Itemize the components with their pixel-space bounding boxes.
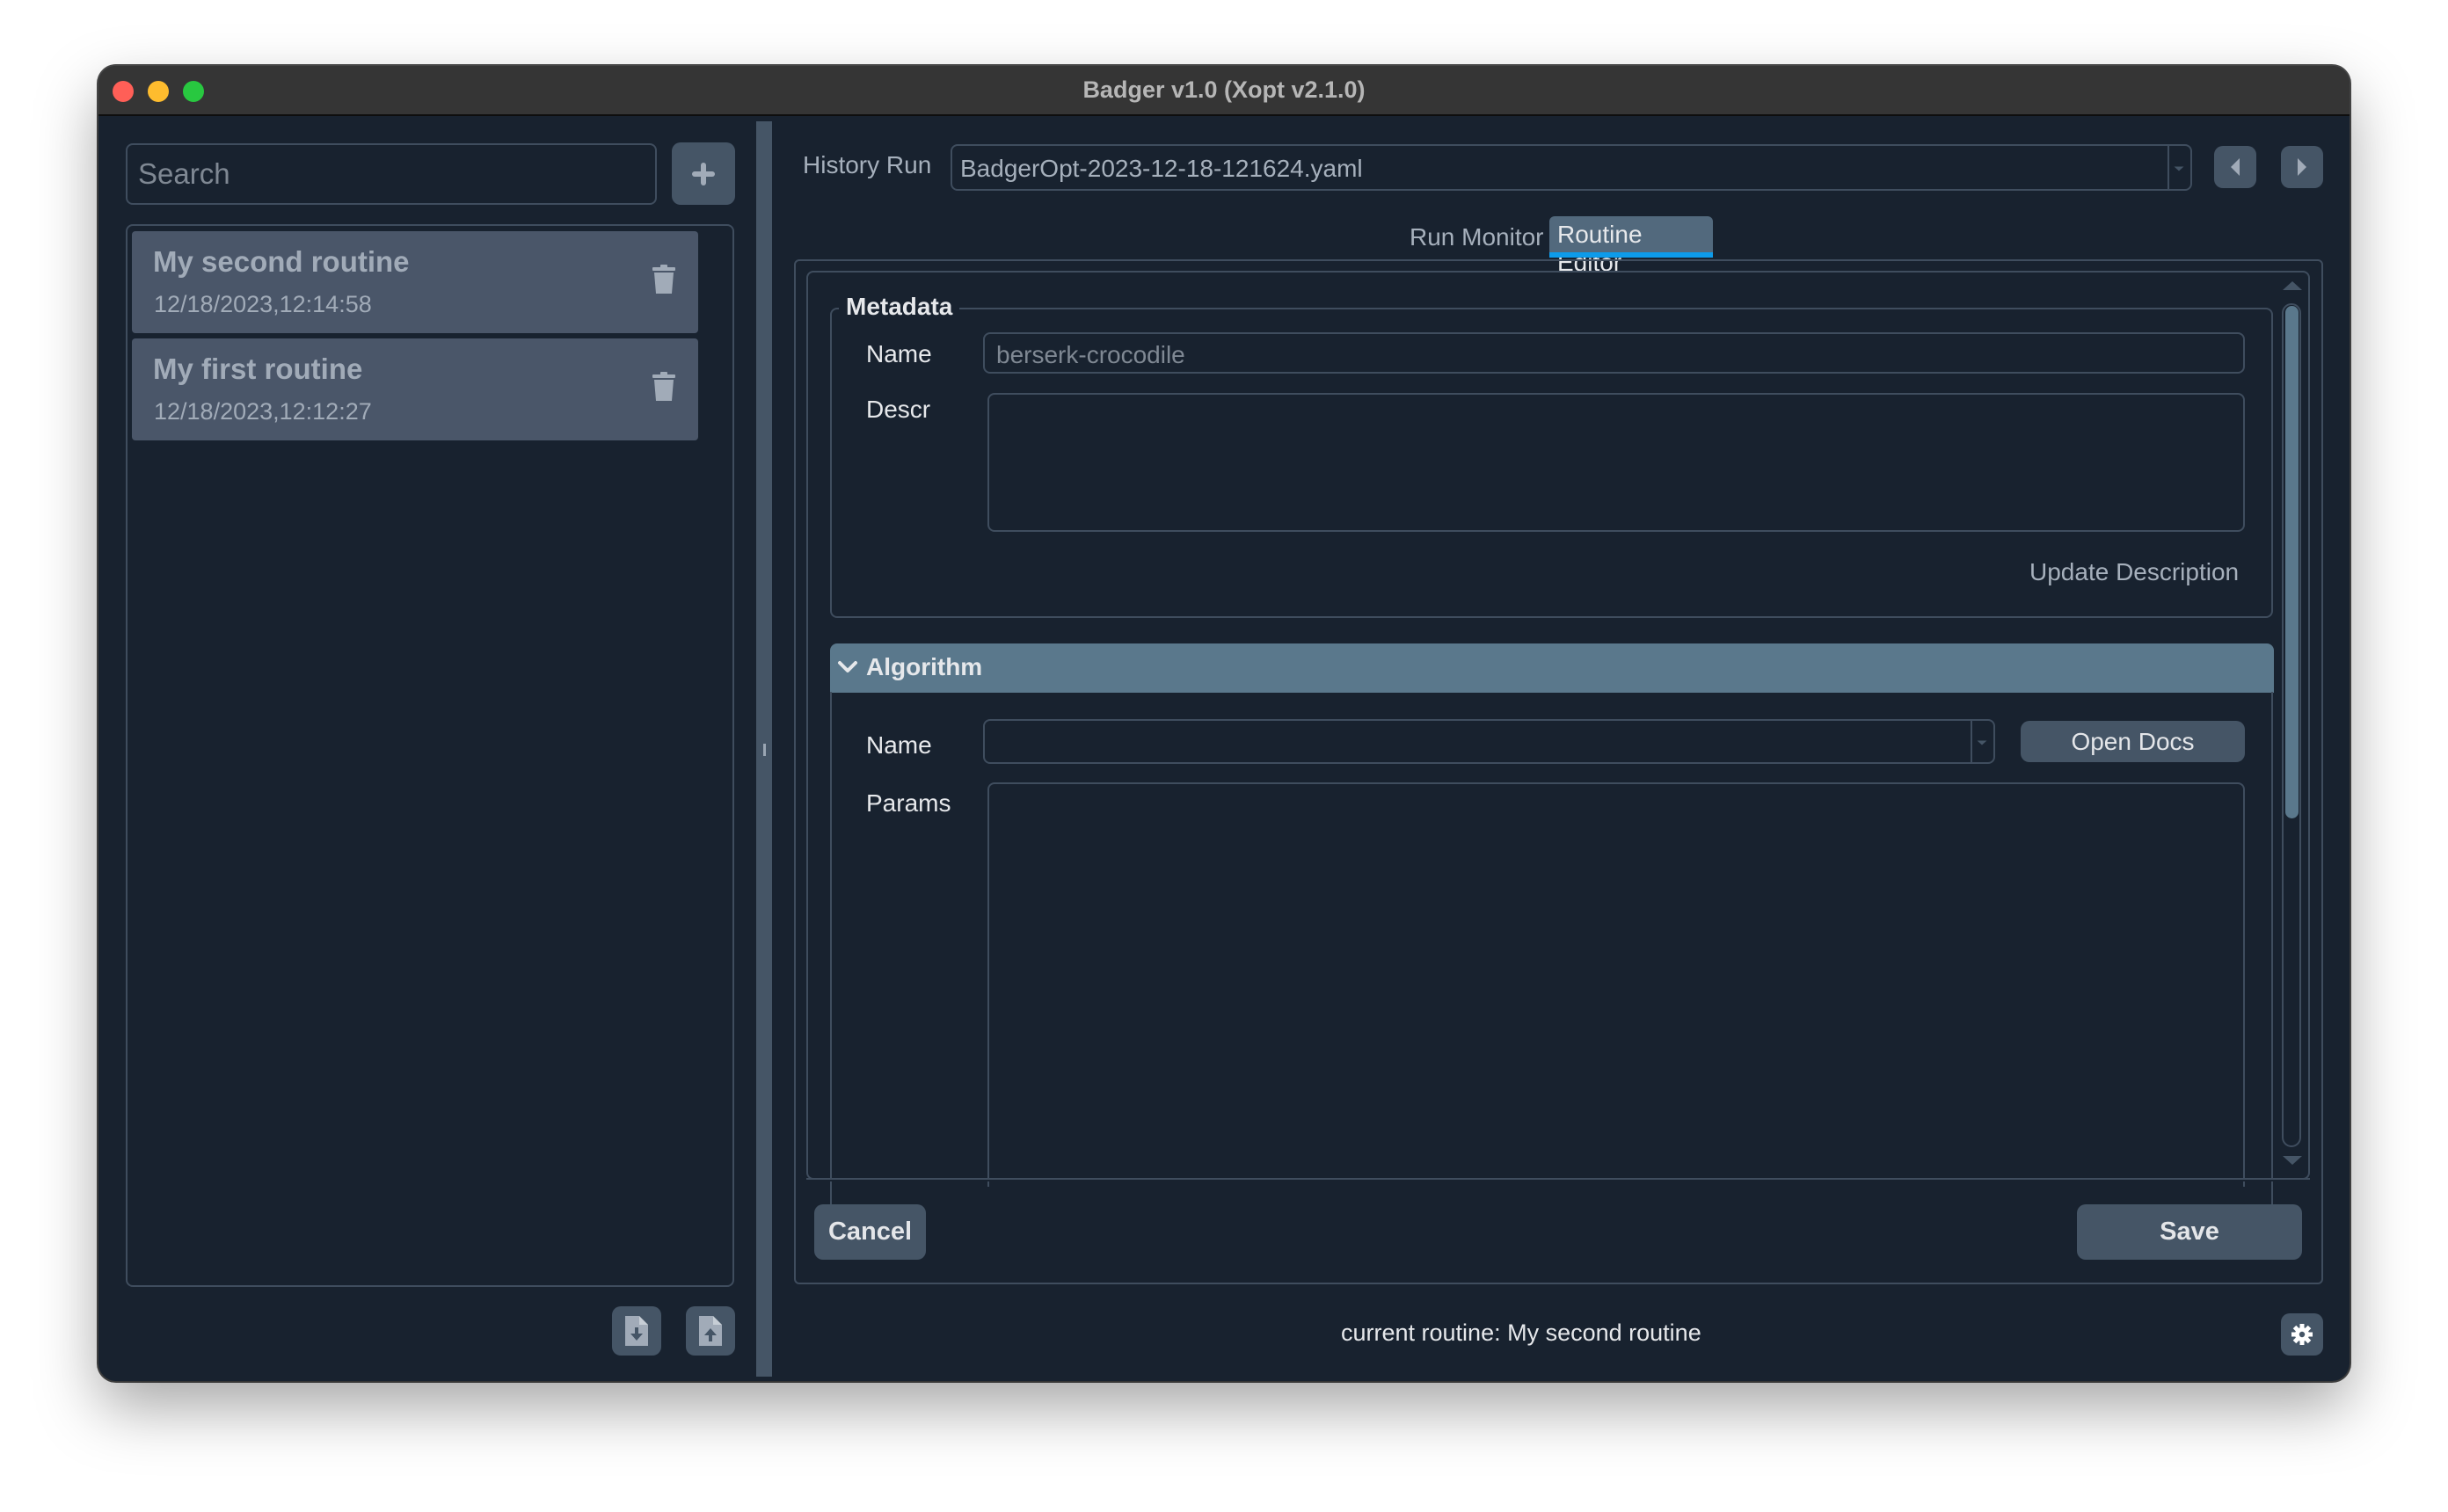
search-input[interactable] [126,143,657,205]
caret-right-icon [2298,158,2306,176]
routine-name: My first routine [153,353,363,385]
cancel-button[interactable]: Cancel [814,1204,926,1260]
caret-left-icon [2231,158,2240,176]
routine-item[interactable]: My first routine 12/18/2023,12:12:27 [132,338,698,440]
scroll-area-bottom-border [806,1178,2310,1180]
update-description-button[interactable]: Update Description [2029,558,2239,586]
export-routine-button[interactable] [686,1306,735,1356]
algorithm-title: Algorithm [866,653,983,680]
routine-name: My second routine [153,245,410,278]
metadata-title: Metadata [839,293,960,321]
title-bar: Badger v1.0 (Xopt v2.1.0) [98,66,2350,116]
open-docs-button[interactable]: Open Docs [2021,721,2245,762]
routine-timestamp: 12/18/2023,12:12:27 [154,398,372,425]
plus-icon [692,162,715,185]
file-import-icon [625,1316,648,1346]
previous-run-button[interactable] [2214,146,2256,188]
routine-name-value: berserk-crocodile [996,341,1185,368]
scroll-up-arrow[interactable] [2283,281,2302,290]
gear-icon [2291,1324,2313,1345]
window-title: Badger v1.0 (Xopt v2.1.0) [1082,76,1366,103]
routine-name-input[interactable]: berserk-crocodile [983,332,2245,374]
algorithm-select[interactable] [983,719,1995,764]
editor-scrollbar-handle[interactable] [2285,306,2299,818]
routine-item[interactable]: My second routine 12/18/2023,12:14:58 [132,231,698,333]
tab-run-monitor[interactable]: Run Monitor [1410,223,1544,251]
algorithm-params-editor[interactable] [987,782,2245,1187]
next-run-button[interactable] [2281,146,2323,188]
algorithm-name-label: Name [866,731,932,759]
history-run-label: History Run [803,151,932,178]
save-button[interactable]: Save [2077,1204,2302,1260]
routine-description-textarea[interactable] [987,393,2245,532]
chevron-down-icon [838,661,857,672]
routine-timestamp: 12/18/2023,12:14:58 [154,291,372,317]
history-run-select[interactable]: BadgerOpt-2023-12-18-121624.yaml [951,144,2192,191]
scroll-down-arrow[interactable] [2283,1156,2302,1165]
app-window: Badger v1.0 (Xopt v2.1.0) My second rout… [98,66,2350,1381]
settings-button[interactable] [2281,1313,2323,1356]
trash-icon[interactable] [652,372,675,402]
file-export-icon [699,1316,722,1346]
trash-icon[interactable] [652,265,675,294]
active-tab-indicator [1549,252,1713,258]
algorithm-params-label: Params [866,789,951,817]
chevron-down-icon [2174,166,2184,171]
algorithm-header[interactable]: Algorithm [830,643,2274,693]
metadata-name-label: Name [866,340,932,367]
import-routine-button[interactable] [612,1306,661,1356]
splitter-grip[interactable] [763,744,766,756]
chevron-down-icon [1977,740,1987,745]
add-routine-button[interactable] [672,142,735,205]
tab-routine-editor[interactable]: Routine Editor [1549,216,1713,276]
history-run-value: BadgerOpt-2023-12-18-121624.yaml [960,155,1363,182]
current-routine-status: current routine: My second routine [1341,1319,1701,1346]
metadata-descr-label: Descr [866,396,931,423]
